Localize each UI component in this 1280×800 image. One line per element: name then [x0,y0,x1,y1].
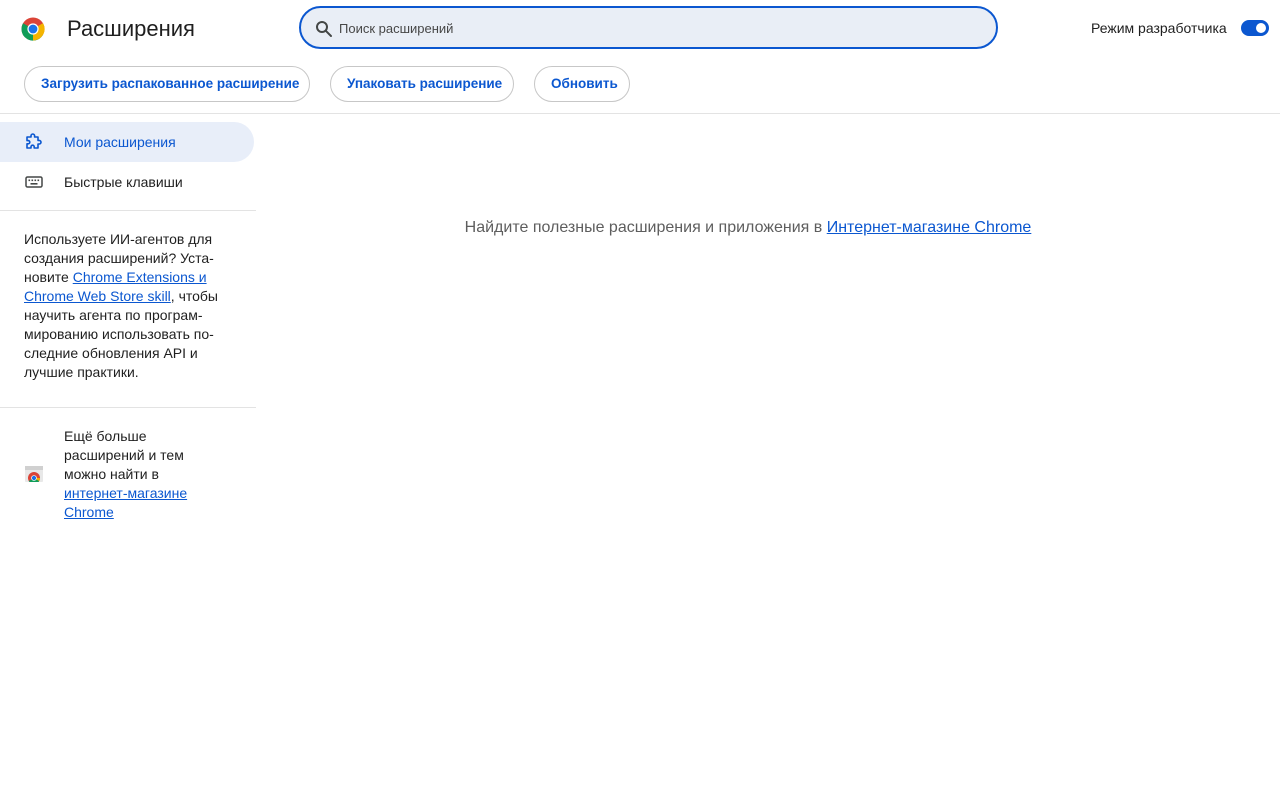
page-header: Расширения Режим разработчика [0,0,1280,56]
pack-extension-button[interactable]: Упаковать расширение [330,66,514,102]
search-input[interactable] [337,16,977,40]
update-button[interactable]: Обновить [534,66,630,102]
sidebar-item-label: Быстрые клавиши [64,174,183,190]
chrome-logo-icon [21,17,45,41]
sidebar-divider [0,407,256,408]
web-store-icon [24,466,44,484]
empty-state-message: Найдите полезные расширения и приложения… [256,218,1240,238]
web-store-link[interactable]: интернет-магазине Chrome [64,485,187,520]
sidebar-divider [0,210,256,211]
page-title: Расширения [67,16,195,41]
load-unpacked-button[interactable]: Загрузить распакованное расширение [24,66,310,102]
sidebar-item-label: Мои расширения [64,134,176,150]
toggle-knob [1256,23,1266,33]
web-store-promo: Ещё больше расширений и тем можно найти … [64,427,214,522]
sidebar: Мои расширения Быстрые клавиши Используе… [0,114,256,800]
dev-mode-label: Режим разработчика [1091,20,1227,36]
chrome-web-store-link[interactable]: Интернет-магазине Chrome [827,219,1032,236]
sidebar-item-my-extensions[interactable]: Мои расширения [0,122,254,162]
dev-mode-toggle[interactable] [1241,20,1269,36]
keyboard-icon [25,176,43,188]
empty-state-text: Найдите полезные расширения и приложения… [464,219,827,236]
search-box[interactable] [299,6,998,49]
ai-agents-notice: Используете ИИ-агентов для создания расш… [24,230,234,382]
store-promo-text: Ещё больше расширений и тем можно найти … [64,428,184,482]
search-icon [316,21,332,37]
puzzle-icon [26,133,42,149]
dev-toolbar: Загрузить распакованное расширение Упако… [0,66,1280,102]
sidebar-item-keyboard-shortcuts[interactable]: Быстрые клавиши [0,162,254,202]
